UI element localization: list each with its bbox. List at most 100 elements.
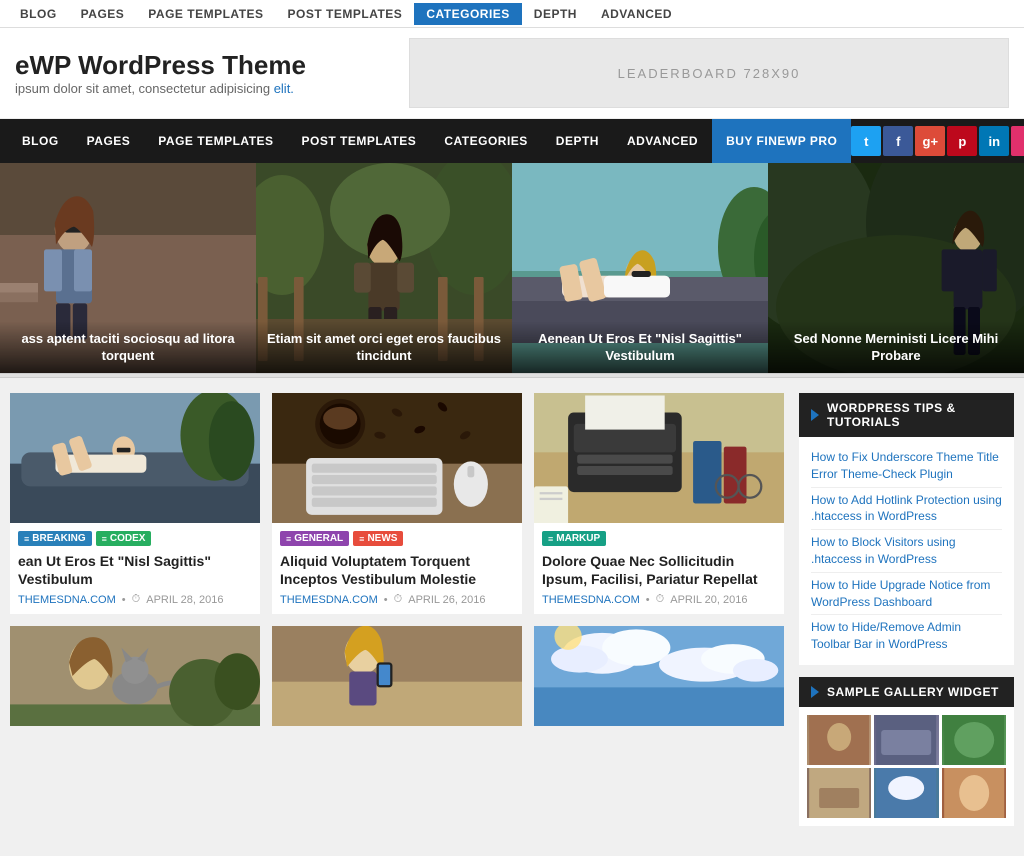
gallery-thumb-1[interactable] — [807, 715, 871, 765]
post-thumb-3 — [534, 393, 784, 523]
widget-link-4[interactable]: How to Hide Upgrade Notice from WordPres… — [811, 573, 1002, 616]
nav-categories[interactable]: CATEGORIES — [430, 119, 541, 163]
nav-pages[interactable]: PAGES — [73, 119, 145, 163]
social-facebook[interactable]: f — [883, 126, 913, 156]
hero-slide-2[interactable]: Etiam sit amet orci eget eros faucibus t… — [256, 163, 512, 373]
widget-gallery-title: SAMPLE GALLERY WIDGET — [827, 685, 999, 699]
post-site-3: THEMESDNA.COM — [542, 594, 640, 606]
post-date-sep-2: • — [384, 594, 388, 606]
post-tags-3: MARKUP — [542, 531, 776, 546]
hero-slide-1[interactable]: ass aptent taciti sociosqu ad litora tor… — [0, 163, 256, 373]
post-title-1: ean Ut Eros Et "Nisl Sagittis" Vestibulu… — [18, 552, 252, 588]
post-meta-2: THEMESDNA.COM • ⏱ APRIL 26, 2016 — [280, 593, 514, 606]
nav-depth[interactable]: DEPTH — [542, 119, 613, 163]
slide-4-overlay: Sed Nonne Merninisti Licere Mihi Probare — [768, 321, 1024, 373]
post-date-icon-1: ⏱ — [132, 593, 141, 606]
admin-tab-advanced[interactable]: ADVANCED — [589, 3, 684, 25]
post-date-icon-3: ⏱ — [656, 593, 665, 606]
post-date-1: APRIL 28, 2016 — [146, 594, 223, 606]
widget-tips-header: WORDPRESS TIPS & TUTORIALS — [799, 393, 1014, 437]
social-googleplus[interactable]: g+ — [915, 126, 945, 156]
gallery-grid — [799, 707, 1014, 826]
slide-2-title: Etiam sit amet orci eget eros faucibus t… — [266, 331, 502, 365]
post-tag-codex[interactable]: CODEX — [96, 531, 152, 546]
post-tags-1: BREAKING CODEX — [18, 531, 252, 546]
hero-slider: ass aptent taciti sociosqu ad litora tor… — [0, 163, 1024, 373]
post-card-4 — [10, 626, 260, 726]
gallery-thumb-5[interactable] — [874, 768, 938, 818]
widget-link-5[interactable]: How to Hide/Remove Admin Toolbar Bar in … — [811, 615, 1002, 657]
admin-tab-blog[interactable]: BLOG — [8, 3, 69, 25]
social-icons: t f g+ p in i ▶ ✉ ◉ — [851, 126, 1024, 156]
post-thumb-4 — [10, 626, 260, 726]
widget-link-2[interactable]: How to Add Hotlink Protection using .hta… — [811, 488, 1002, 531]
widget-gallery: SAMPLE GALLERY WIDGET — [799, 677, 1014, 826]
slide-4-title: Sed Nonne Merninisti Licere Mihi Probare — [778, 331, 1014, 365]
nav-page-templates[interactable]: PAGE TEMPLATES — [144, 119, 287, 163]
content-left: BREAKING CODEX ean Ut Eros Et "Nisl Sagi… — [10, 393, 784, 838]
admin-tab-pages[interactable]: PAGES — [69, 3, 137, 25]
post-thumb-1 — [10, 393, 260, 523]
widget-tips: WORDPRESS TIPS & TUTORIALS How to Fix Un… — [799, 393, 1014, 665]
post-body-2: GENERAL NEWS Aliquid Voluptatem Torquent… — [272, 523, 522, 614]
admin-tab-post-templates[interactable]: POST TEMPLATES — [276, 3, 415, 25]
site-title-area: eWP WordPress Theme ipsum dolor sit amet… — [15, 50, 409, 96]
gallery-thumb-4[interactable] — [807, 768, 871, 818]
nav-post-templates[interactable]: POST TEMPLATES — [288, 119, 431, 163]
post-card-1: BREAKING CODEX ean Ut Eros Et "Nisl Sagi… — [10, 393, 260, 614]
social-linkedin[interactable]: in — [979, 126, 1009, 156]
gallery-thumb-6[interactable] — [942, 768, 1006, 818]
post-card-3: MARKUP Dolore Quae Nec Sollicitudin Ipsu… — [534, 393, 784, 614]
widget-link-1[interactable]: How to Fix Underscore Theme Title Error … — [811, 445, 1002, 488]
sidebar: WORDPRESS TIPS & TUTORIALS How to Fix Un… — [799, 393, 1014, 838]
social-instagram[interactable]: i — [1011, 126, 1024, 156]
widget-link-3[interactable]: How to Block Visitors using .htaccess in… — [811, 530, 1002, 573]
site-tagline: ipsum dolor sit amet, consectetur adipis… — [15, 81, 409, 96]
post-grid-row1: BREAKING CODEX ean Ut Eros Et "Nisl Sagi… — [10, 393, 784, 614]
post-body-3: MARKUP Dolore Quae Nec Sollicitudin Ipsu… — [534, 523, 784, 614]
gallery-thumb-3[interactable] — [942, 715, 1006, 765]
nav-advanced[interactable]: ADVANCED — [613, 119, 712, 163]
slide-1-title: ass aptent taciti sociosqu ad litora tor… — [10, 331, 246, 365]
admin-tabs: BLOG PAGES PAGE TEMPLATES POST TEMPLATES… — [8, 3, 684, 25]
post-tag-markup[interactable]: MARKUP — [542, 531, 606, 546]
nav-buy-pro[interactable]: BUY FINEWP PRO — [712, 119, 851, 163]
post-body-1: BREAKING CODEX ean Ut Eros Et "Nisl Sagi… — [10, 523, 260, 614]
post-site-1: THEMESDNA.COM — [18, 594, 116, 606]
widget-gallery-header: SAMPLE GALLERY WIDGET — [799, 677, 1014, 707]
main-nav: BLOG PAGES PAGE TEMPLATES POST TEMPLATES… — [0, 119, 1024, 163]
hero-slide-3[interactable]: Aenean Ut Eros Et "Nisl Sagittis" Vestib… — [512, 163, 768, 373]
slide-3-overlay: Aenean Ut Eros Et "Nisl Sagittis" Vestib… — [512, 321, 768, 373]
tagline-link[interactable]: elit. — [274, 81, 294, 96]
post-tag-breaking[interactable]: BREAKING — [18, 531, 92, 546]
widget-arrow-1 — [811, 409, 819, 421]
site-header: eWP WordPress Theme ipsum dolor sit amet… — [0, 28, 1024, 119]
post-thumb-5 — [272, 626, 522, 726]
post-date-sep-3: • — [646, 594, 650, 606]
post-card-6 — [534, 626, 784, 726]
site-title: eWP WordPress Theme — [15, 50, 409, 81]
post-date-sep-1: • — [122, 594, 126, 606]
widget-arrow-2 — [811, 686, 819, 698]
post-tag-general[interactable]: GENERAL — [280, 531, 349, 546]
post-meta-1: THEMESDNA.COM • ⏱ APRIL 28, 2016 — [18, 593, 252, 606]
post-title-2: Aliquid Voluptatem Torquent Inceptos Ves… — [280, 552, 514, 588]
widget-tips-title: WORDPRESS TIPS & TUTORIALS — [827, 401, 1002, 429]
hero-slide-4[interactable]: Sed Nonne Merninisti Licere Mihi Probare — [768, 163, 1024, 373]
nav-blog[interactable]: BLOG — [8, 119, 73, 163]
slide-2-overlay: Etiam sit amet orci eget eros faucibus t… — [256, 321, 512, 373]
gallery-thumb-2[interactable] — [874, 715, 938, 765]
social-twitter[interactable]: t — [851, 126, 881, 156]
admin-tab-page-templates[interactable]: PAGE TEMPLATES — [136, 3, 275, 25]
post-site-2: THEMESDNA.COM — [280, 594, 378, 606]
social-pinterest[interactable]: p — [947, 126, 977, 156]
leaderboard-ad: LEADERBOARD 728X90 — [409, 38, 1009, 108]
admin-tab-categories[interactable]: CATEGORIES — [414, 3, 521, 25]
post-date-2: APRIL 26, 2016 — [408, 594, 485, 606]
slide-1-overlay: ass aptent taciti sociosqu ad litora tor… — [0, 321, 256, 373]
admin-tab-depth[interactable]: DEPTH — [522, 3, 589, 25]
slide-3-title: Aenean Ut Eros Et "Nisl Sagittis" Vestib… — [522, 331, 758, 365]
post-card-2: GENERAL NEWS Aliquid Voluptatem Torquent… — [272, 393, 522, 614]
post-tag-news[interactable]: NEWS — [353, 531, 403, 546]
post-thumb-6 — [534, 626, 784, 726]
